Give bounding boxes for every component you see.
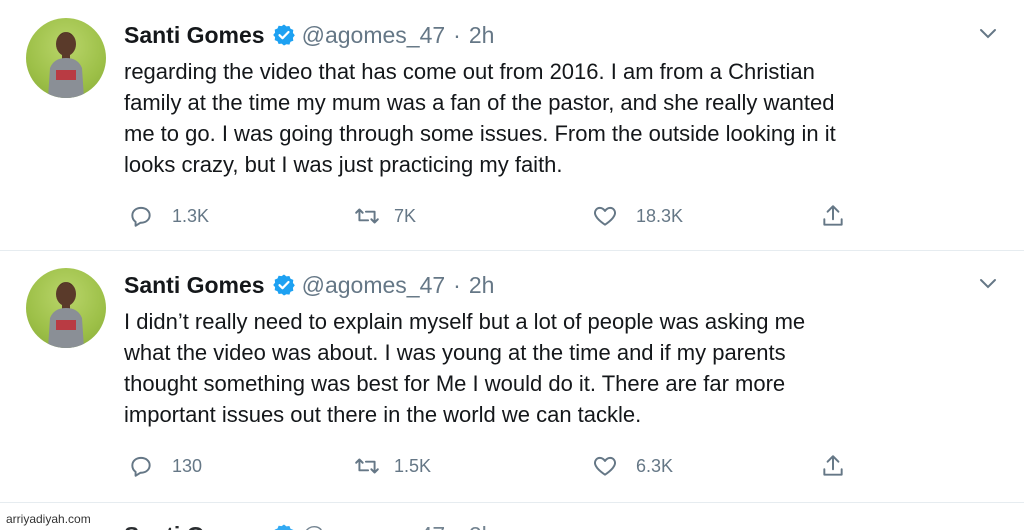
tweet-actions: 130 1.5K 6.3K <box>128 453 868 483</box>
chevron-down-icon[interactable] <box>978 276 998 290</box>
display-name[interactable]: Santi Gomes <box>124 520 265 530</box>
timestamp[interactable]: 2h <box>469 270 495 300</box>
tweet[interactable]: Santi Gomes @agomes_47 · 2h regarding th… <box>0 0 1024 251</box>
like-count: 18.3K <box>636 205 684 226</box>
retweet-count: 1.5K <box>394 455 432 476</box>
like-button[interactable]: 6.3K <box>592 453 673 479</box>
share-button[interactable] <box>820 203 864 229</box>
reply-icon <box>131 456 151 477</box>
user-handle[interactable]: @agomes_47 <box>302 270 446 300</box>
timestamp[interactable]: 2h <box>469 520 495 530</box>
heart-icon <box>594 206 616 226</box>
tweet-text: regarding the video that has come out fr… <box>124 59 836 177</box>
share-icon <box>823 455 843 476</box>
retweet-count: 7K <box>394 205 417 226</box>
display-name[interactable]: Santi Gomes <box>124 20 265 50</box>
tweet[interactable]: Santi Gomes @agomes_47 · 2h I didn’t rea… <box>0 250 1024 503</box>
timestamp[interactable]: 2h <box>469 20 495 50</box>
display-name[interactable]: Santi Gomes <box>124 270 265 300</box>
avatar[interactable] <box>26 18 106 98</box>
separator-dot: · <box>453 272 461 298</box>
reply-count: 1.3K <box>172 205 210 226</box>
reply-button[interactable]: 130 <box>128 453 202 479</box>
user-handle[interactable]: @agomes_47 <box>302 20 446 50</box>
chevron-down-icon[interactable] <box>978 26 998 40</box>
heart-icon <box>594 456 616 476</box>
tweet-header: Santi Gomes @agomes_47 · 2h <box>124 20 494 50</box>
like-button[interactable]: 18.3K <box>592 203 683 229</box>
retweet-button[interactable]: 1.5K <box>354 453 431 479</box>
like-count: 6.3K <box>636 455 674 476</box>
avatar[interactable] <box>26 268 106 348</box>
verified-badge-icon <box>272 274 295 296</box>
tweet-actions: 1.3K 7K 18.3K <box>128 203 868 233</box>
share-icon <box>823 205 843 226</box>
user-handle[interactable]: @agomes_47 <box>302 520 446 530</box>
retweet-button[interactable]: 7K <box>354 203 416 229</box>
separator-dot: · <box>453 22 461 48</box>
tweet-header: Santi Gomes @agomes_47 · 2h <box>124 270 494 300</box>
watermark: arriyadiyah.com <box>4 512 93 526</box>
reply-icon <box>131 206 151 227</box>
tweet-header: Santi Gomes @agomes_47 · 2h <box>124 520 494 530</box>
reply-count: 130 <box>172 455 203 476</box>
verified-badge-icon <box>272 24 295 46</box>
share-button[interactable] <box>820 453 864 479</box>
tweet-text: I didn’t really need to explain myself b… <box>124 309 806 427</box>
retweet-icon <box>355 208 379 224</box>
tweet[interactable]: Santi Gomes @agomes_47 · 2h <box>0 502 1024 530</box>
separator-dot: · <box>453 520 461 530</box>
verified-badge-icon <box>274 524 293 530</box>
retweet-icon <box>355 458 379 474</box>
reply-button[interactable]: 1.3K <box>128 203 209 229</box>
